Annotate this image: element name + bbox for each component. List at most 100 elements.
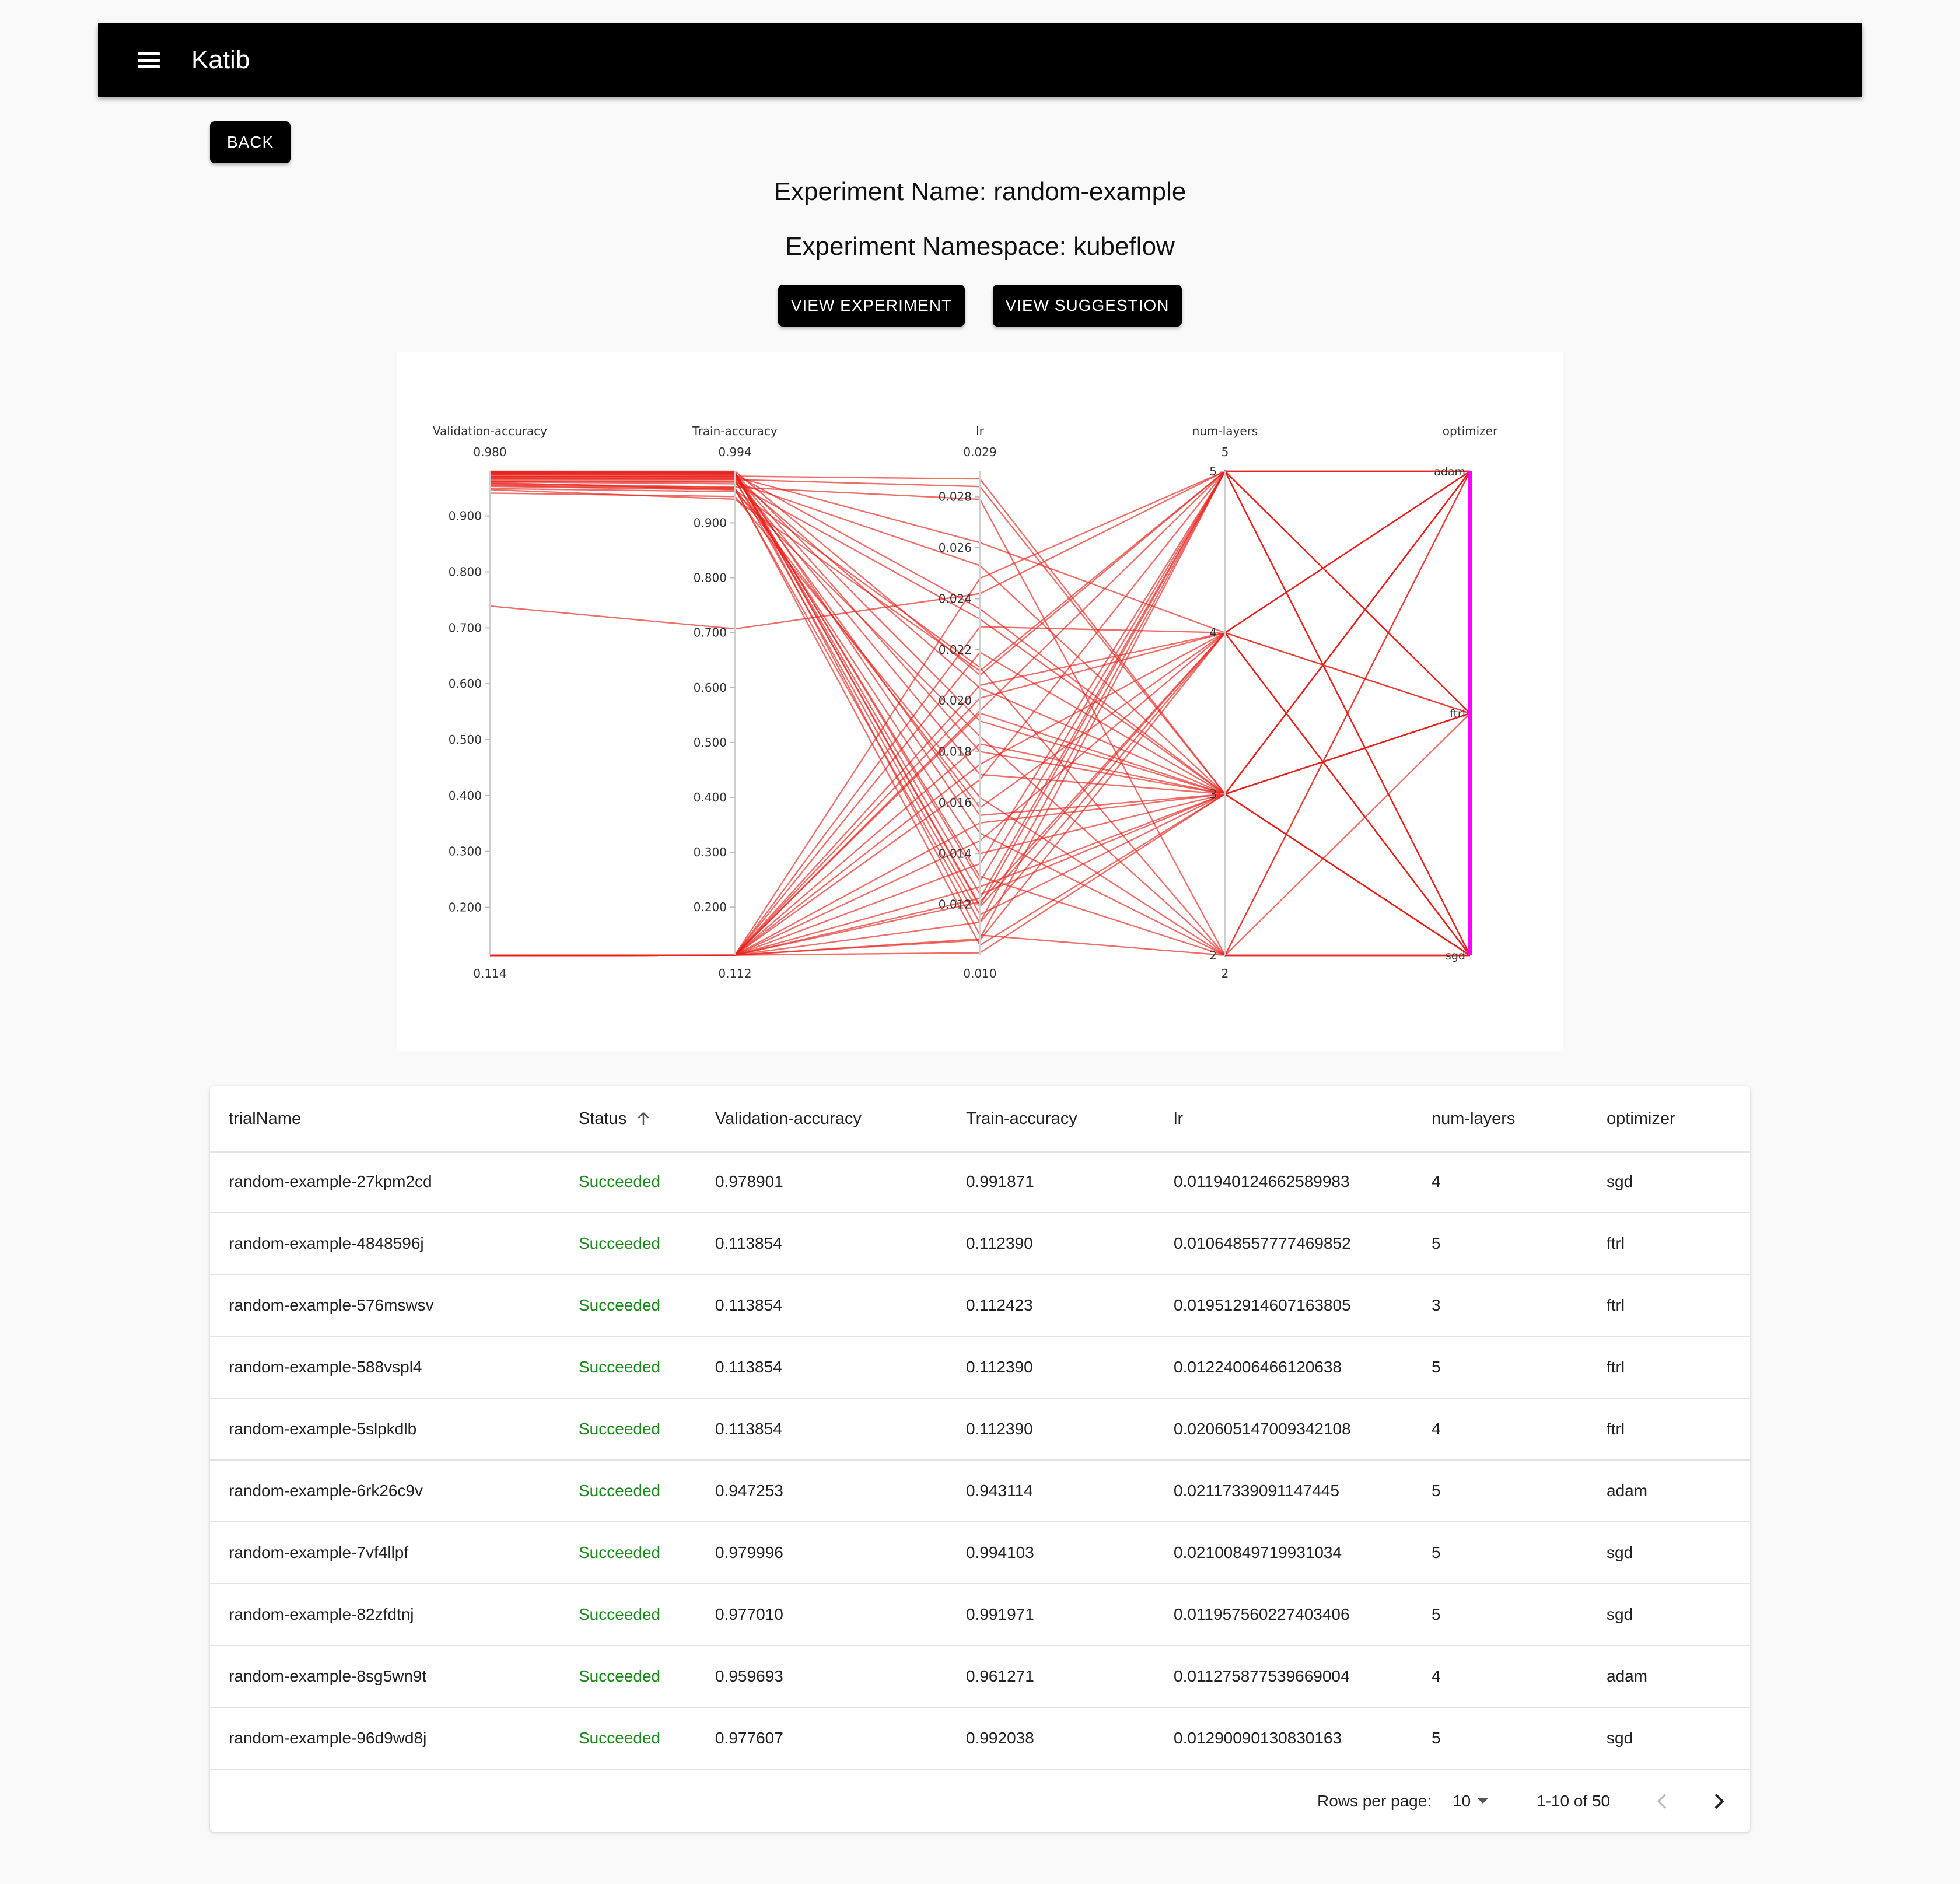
num-layers-cell: 5 [1432,1729,1441,1747]
trial-name-cell: random-example-5slpkdlb [229,1420,417,1438]
trial-name-cell: random-example-27kpm2cd [229,1172,432,1190]
tick-label: 0.018 [939,745,972,759]
lr-cell: 0.010648557777469852 [1174,1234,1351,1252]
status-cell: Succeeded [579,1172,661,1190]
table-row[interactable]: random-example-6rk26c9v Succeeded 0.947253… [210,1461,1750,1522]
tick-label: 0.600 [449,677,482,691]
header-validation-accuracy[interactable]: Validation-accuracy [715,1086,862,1151]
trial-name-cell: random-example-7vf4llpf [229,1543,409,1561]
tick-label: 0.500 [694,736,727,750]
table-row[interactable]: random-example-4848596j Succeeded 0.113854… [210,1213,1750,1275]
tick-label: 0.028 [939,490,972,504]
num-layers-cell: 5 [1432,1543,1441,1561]
optimizer-cell: ftrl [1606,1234,1625,1252]
tick-label: 0.600 [694,681,727,695]
header-status-label[interactable]: Status [579,1109,626,1129]
chevron-right-icon[interactable] [1707,1790,1730,1813]
tick-label: 0.800 [694,571,727,585]
tick-label: 0.700 [694,626,727,640]
lr-cell: 0.01290090130830163 [1174,1729,1342,1747]
header-status[interactable]: Status [579,1086,652,1151]
tick-label: 0.012 [939,898,972,912]
tick-label: 2 [1209,948,1217,962]
num-layers-cell: 4 [1432,1172,1441,1190]
trial-name-cell: random-example-96d9wd8j [229,1729,427,1747]
table-row[interactable]: random-example-82zfdtnj Succeeded 0.977010… [210,1584,1750,1646]
tick-label: 0.026 [939,541,972,555]
axis-title: lr [976,424,985,438]
tick-label: 0.900 [449,509,482,523]
axis-min-label: 0.114 [473,966,506,980]
axis-min-label: 2 [1222,966,1229,980]
optimizer-cell: sgd [1606,1605,1633,1623]
trial-name-cell: random-example-588vspl4 [229,1358,422,1376]
tick-label: 0.700 [449,621,482,635]
experiment-name: Experiment Name: random-example [774,177,1186,206]
header-trial-name[interactable]: trialName [229,1086,301,1151]
app-bar: Katib [98,23,1862,97]
axis-max-label: 0.980 [473,445,506,459]
train-accuracy-cell: 0.112390 [966,1420,1033,1438]
status-cell: Succeeded [579,1358,661,1376]
validation-accuracy-cell: 0.113854 [715,1296,782,1314]
axis-max-label: 5 [1222,445,1229,459]
status-cell: Succeeded [579,1543,661,1561]
chart-svg[interactable]: Validation-accuracy 0.980 0.114 0.900 0.800 0… [397,352,1563,1051]
tick-label: 0.022 [939,643,972,657]
status-cell: Succeeded [579,1234,661,1252]
header-lr[interactable]: lr [1174,1086,1183,1151]
train-accuracy-cell: 0.943114 [966,1482,1033,1500]
view-experiment-button[interactable]: VIEW EXPERIMENT [778,285,965,327]
tick-label: 0.400 [694,790,727,804]
tick-label: 4 [1209,626,1217,640]
num-layers-cell: 4 [1432,1420,1441,1438]
table-row[interactable]: random-example-5slpkdlb Succeeded 0.113854… [210,1399,1750,1461]
category-label: sgd [1446,950,1465,962]
train-accuracy-cell: 0.994103 [966,1543,1034,1561]
validation-accuracy-cell: 0.977607 [715,1729,783,1747]
header-train-accuracy[interactable]: Train-accuracy [966,1086,1077,1151]
experiment-namespace: Experiment Namespace: kubeflow [785,232,1175,261]
validation-accuracy-cell: 0.959693 [715,1667,783,1685]
arrow-up-icon[interactable] [635,1110,652,1127]
axis-title: num-layers [1192,424,1258,438]
lr-cell: 0.011957560227403406 [1174,1605,1350,1623]
axis-title: Validation-accuracy [433,424,547,438]
train-accuracy-cell: 0.961271 [966,1667,1034,1685]
view-suggestion-button[interactable]: VIEW SUGGESTION [993,285,1182,327]
validation-accuracy-cell: 0.113854 [715,1358,782,1376]
num-layers-cell: 5 [1432,1234,1441,1252]
table-row[interactable]: random-example-7vf4llpf Succeeded 0.979996… [210,1522,1750,1584]
tick-label: 0.024 [939,591,972,605]
rows-per-page-select[interactable]: 10 [1452,1771,1471,1832]
optimizer-cell: adam [1606,1482,1648,1500]
parallel-coordinates-chart[interactable]: Validation-accuracy 0.980 0.114 0.900 0.800 0… [397,352,1563,1051]
header-optimizer[interactable]: optimizer [1606,1086,1675,1151]
axis-min-label: 0.010 [963,966,996,980]
axis-title: optimizer [1443,424,1498,438]
num-layers-cell: 4 [1432,1667,1441,1685]
table-row[interactable]: random-example-576mswsv Succeeded 0.113854… [210,1275,1750,1337]
hamburger-menu-icon[interactable] [127,40,168,80]
chevron-left-icon[interactable] [1651,1790,1674,1813]
num-layers-cell: 3 [1432,1296,1441,1314]
lr-cell: 0.01224006466120638 [1174,1358,1342,1376]
tick-label: 0.800 [449,565,482,579]
axis-max-label: 0.994 [718,445,751,459]
validation-accuracy-cell: 0.113854 [715,1234,782,1252]
table-row[interactable]: random-example-588vspl4 Succeeded 0.113854… [210,1337,1750,1399]
table-row[interactable]: random-example-27kpm2cd Succeeded 0.978901… [210,1151,1750,1213]
tick-label: 0.300 [694,845,727,859]
back-button[interactable]: BACK [210,121,290,163]
status-cell: Succeeded [579,1729,661,1747]
tick-label: 5 [1209,464,1217,478]
lr-cell: 0.011275877539669004 [1174,1667,1350,1685]
train-accuracy-cell: 0.992038 [966,1729,1034,1747]
caret-down-icon[interactable] [1477,1798,1489,1804]
trial-name-cell: random-example-82zfdtnj [229,1605,414,1623]
table-row[interactable]: random-example-8sg5wn9t Succeeded 0.959693… [210,1646,1750,1708]
trial-name-cell: random-example-8sg5wn9t [229,1667,427,1685]
train-accuracy-cell: 0.991971 [966,1605,1034,1623]
header-num-layers[interactable]: num-layers [1432,1086,1515,1151]
table-row[interactable]: random-example-96d9wd8j Succeeded 0.977607… [210,1708,1750,1770]
